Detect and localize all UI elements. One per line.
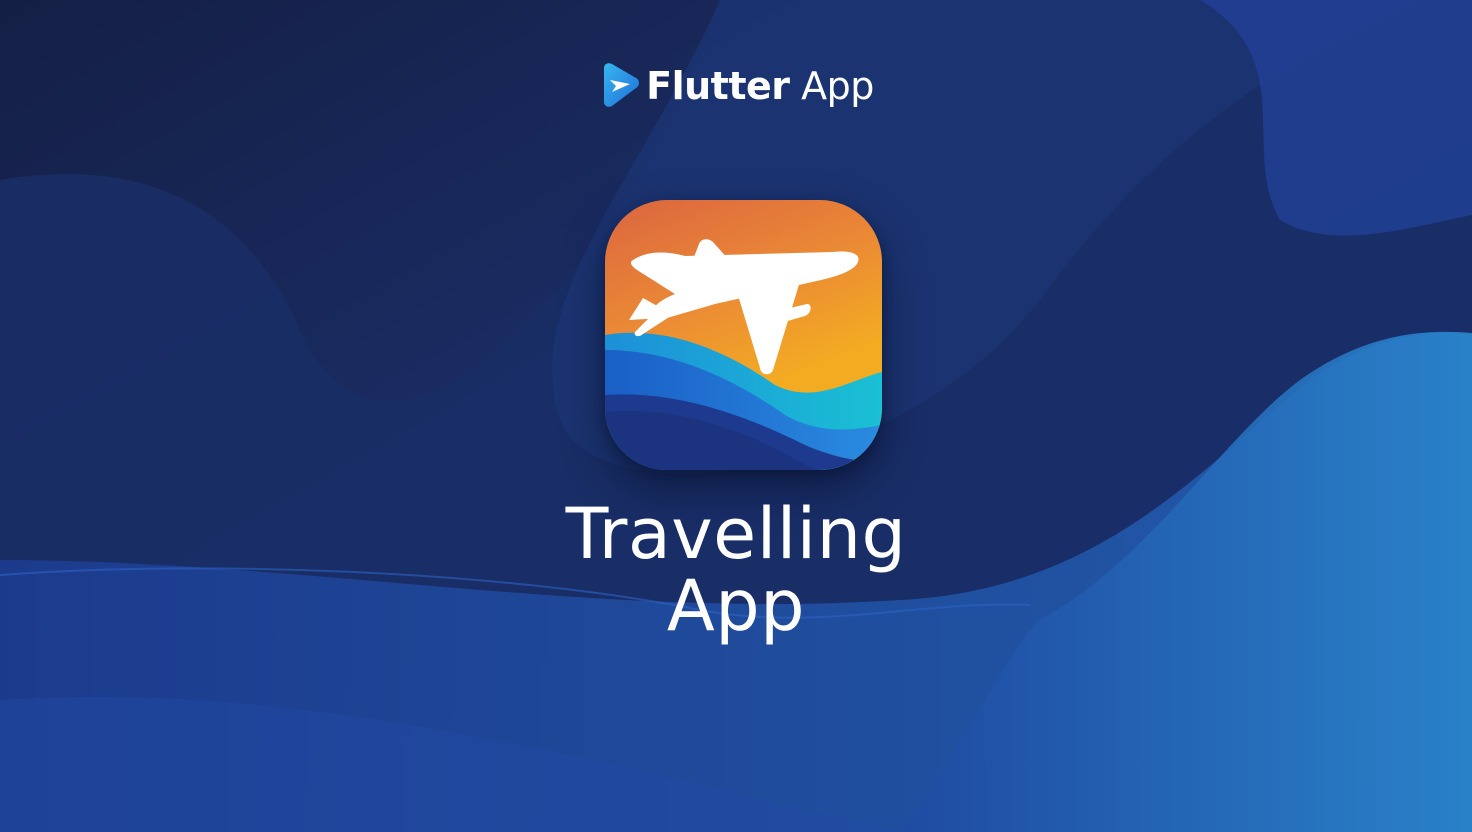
flutter-logo-icon <box>604 63 640 107</box>
app-icon-graphic <box>605 200 882 470</box>
app-icon <box>605 200 882 470</box>
brand-name: Flutter App <box>646 67 874 105</box>
brand-word-flutter: Flutter <box>646 64 790 108</box>
brand-word-app: App <box>801 64 874 108</box>
brand-header: Flutter App <box>0 58 1472 114</box>
splash-screen: Flutter App Travelling App <box>0 0 1472 832</box>
app-title: Travelling App <box>0 498 1472 642</box>
app-title-line-2: App <box>666 565 806 647</box>
app-title-line-1: Travelling <box>565 493 907 575</box>
